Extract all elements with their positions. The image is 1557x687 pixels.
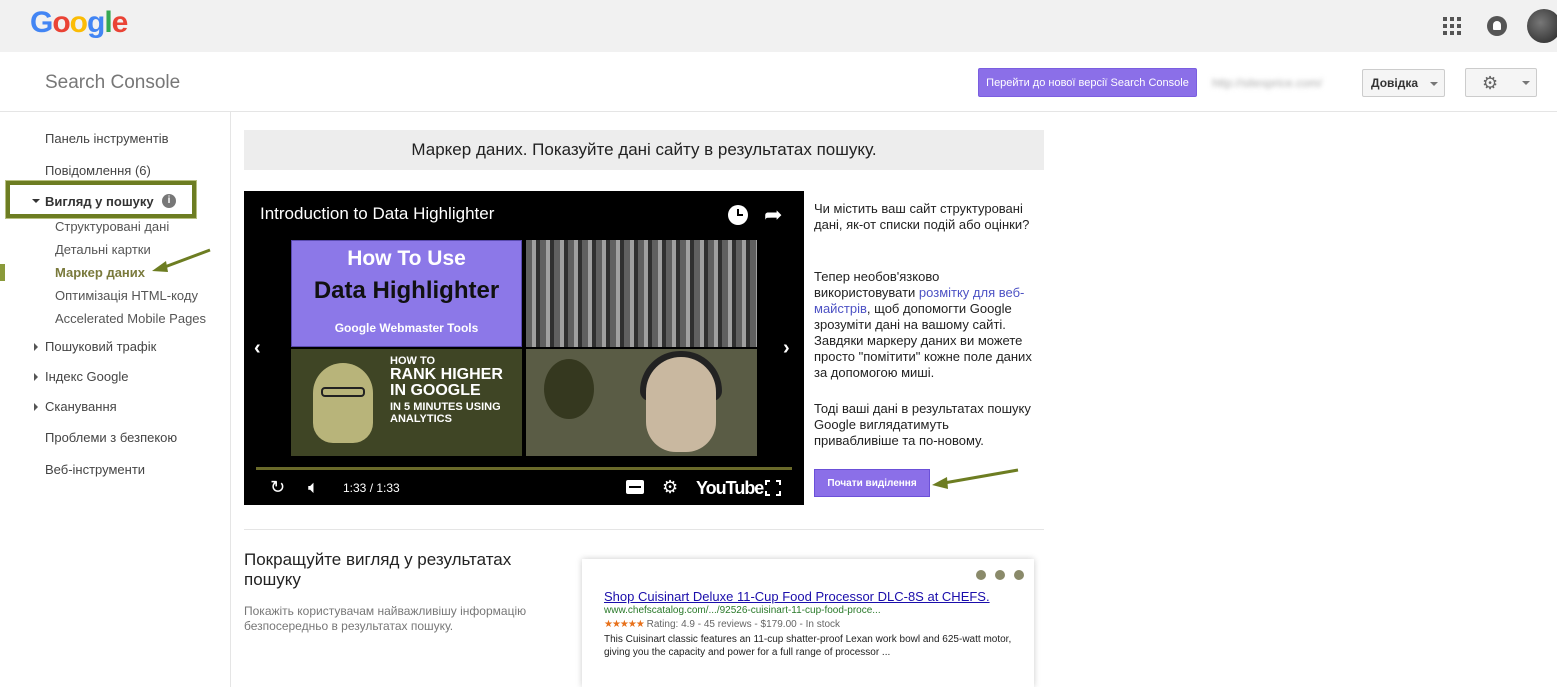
sidebar-item-web-tools[interactable]: Веб-інструменти [45,462,145,477]
sidebar-item-google-index[interactable]: Індекс Google [45,369,128,384]
avatar[interactable] [1527,9,1557,43]
volume-icon[interactable]: 🔈︎ [308,477,319,498]
sidebar-item-crawl[interactable]: Сканування [45,399,117,414]
chevron-down-icon [1430,82,1438,86]
carousel-dot[interactable] [995,570,1005,580]
gear-icon[interactable]: ⚙ [662,477,678,498]
chevron-down-icon [1522,81,1530,85]
section-divider [244,529,1044,530]
top-bar: Google [0,0,1557,52]
subtitles-icon[interactable] [626,480,644,494]
expand-right-icon [34,343,38,351]
video-thumbnail[interactable] [526,240,757,347]
preview-rating: ★★★★★ Rating: 4.9 - 45 reviews - $179.00… [604,619,841,630]
video-thumbnail[interactable]: HOW TO RANK HIGHER IN GOOGLE IN 5 MINUTE… [291,349,522,456]
sidebar-subitem-html-improvements[interactable]: Оптимізація HTML-коду [55,288,198,303]
intro-question: Чи містить ваш сайт структуровані дані, … [814,201,1030,232]
preview-title: Shop Cuisinart Deluxe 11-Cup Food Proces… [604,589,990,604]
sidebar-subitem-structured-data[interactable]: Структуровані дані [55,219,169,234]
sidebar-subitem-rich-cards[interactable]: Детальні картки [55,242,151,257]
annotation-arrow-sidebar [152,248,211,272]
section-description: Покажіть користувачам найважливішу інфор… [244,604,527,633]
header-divider [0,111,1557,112]
fullscreen-icon[interactable] [765,480,781,496]
carousel-dot[interactable] [976,570,986,580]
active-indicator [0,264,5,281]
apps-grid-icon[interactable] [1443,17,1461,35]
notifications-bell-icon[interactable] [1487,16,1507,36]
replay-icon[interactable]: ↻ [270,477,285,498]
section-title: Покращуйте вигляд у результатах пошуку [244,550,512,589]
chevron-right-icon[interactable]: › [783,337,790,360]
page-title: Маркер даних. Показуйте дані сайту в рез… [411,140,877,159]
carousel-dot[interactable] [1014,570,1024,580]
video-progress-bar[interactable] [256,467,792,470]
sidebar-subitem-data-highlighter[interactable]: Маркер даних [55,265,145,280]
sidebar-item-messages[interactable]: Повідомлення (6) [45,163,151,178]
video-title[interactable]: Introduction to Data Highlighter [260,204,494,224]
site-selector[interactable]: http://sitesprice.com/ [1212,76,1322,90]
sidebar-subitem-amp[interactable]: Accelerated Mobile Pages [55,311,206,326]
sidebar-item-dashboard[interactable]: Панель інструментів [45,131,169,146]
google-logo[interactable]: Google [30,6,128,40]
help-dropdown[interactable]: Довідка [1362,69,1445,97]
expand-right-icon [34,403,38,411]
page-title-band: Маркер даних. Показуйте дані сайту в рез… [244,130,1044,170]
sidebar-divider [230,112,231,687]
share-icon[interactable]: ➦ [764,202,782,228]
expand-right-icon [34,373,38,381]
watch-later-icon[interactable] [728,205,748,225]
intro-conclusion: Тоді ваші дані в результатах пошуку Goog… [814,401,1031,448]
sidebar-item-search-appearance[interactable]: Вигляд у пошуку [45,194,154,209]
carousel-dots[interactable] [976,570,1024,580]
help-label: Довідка [1371,76,1419,90]
sidebar-item-search-traffic[interactable]: Пошуковий трафік [45,339,156,354]
intro-paragraph: Тепер необов'язково використовувати розм… [814,269,1032,380]
product-name: Search Console [45,72,181,93]
info-icon[interactable]: i [162,194,176,208]
preview-description: This Cuisinart classic features an 11-cu… [604,634,1012,658]
annotation-arrow-button [932,468,1019,489]
preview-url: www.chefscatalog.com/.../92526-cuisinart… [604,605,881,616]
rating-stars-icon: ★★★★★ [604,619,645,630]
new-version-button[interactable]: Перейти до нової версії Search Console [978,68,1197,97]
video-thumbnail[interactable]: How To Use Data Highlighter Google Webma… [291,240,522,347]
sidebar-item-security-issues[interactable]: Проблеми з безпекою [45,430,177,445]
video-thumbnail[interactable] [526,349,757,456]
settings-button[interactable]: ⚙ [1465,68,1537,97]
gear-icon: ⚙ [1482,73,1499,93]
video-player[interactable]: Introduction to Data Highlighter ➦ How T… [244,191,804,505]
youtube-logo[interactable]: YouTube [696,478,764,499]
video-time: 1:33 / 1:33 [343,481,400,495]
start-highlighting-button[interactable]: Почати виділення [814,469,930,497]
search-result-preview: Shop Cuisinart Deluxe 11-Cup Food Proces… [582,559,1034,687]
chevron-left-icon[interactable]: ‹ [254,337,261,360]
expand-down-icon [32,199,40,203]
